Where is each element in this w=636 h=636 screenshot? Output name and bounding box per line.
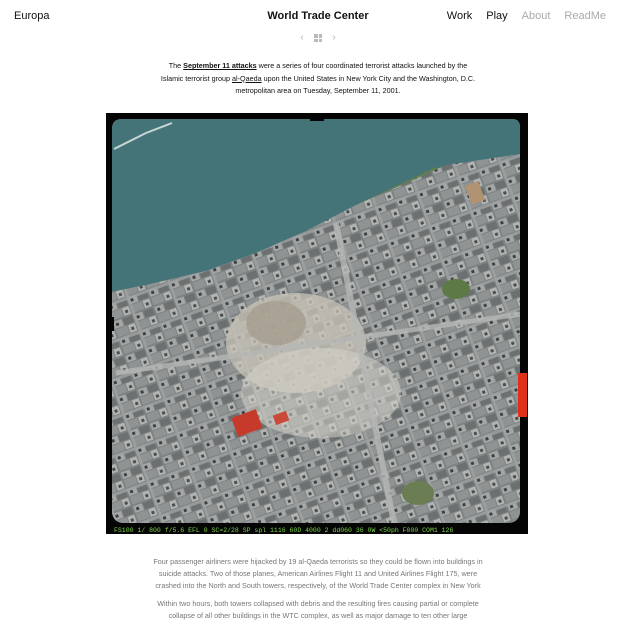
nav-item-play[interactable]: Play xyxy=(486,10,507,22)
main-nav: Work Play About ReadMe xyxy=(447,10,606,22)
grid-icon[interactable] xyxy=(314,34,322,42)
september-11-link[interactable]: September 11 attacks xyxy=(183,61,257,70)
body-paragraph-1: Four passenger airliners were hijacked b… xyxy=(153,557,483,591)
project-pager: ‹ › xyxy=(0,33,636,43)
chevron-left-icon[interactable]: ‹ xyxy=(297,33,307,43)
body-paragraph-2: Within two hours, both towers collapsed … xyxy=(157,599,479,621)
intro-end: upon the United States in New York City … xyxy=(235,73,476,96)
nav-item-work[interactable]: Work xyxy=(447,10,472,22)
intro-prefix: The xyxy=(168,61,184,70)
film-edge-text: FS100 1/ 800 f/5.6 EFL 0 SC=2/28 SP spl … xyxy=(114,527,453,534)
top-bar: Europa World Trade Center Work Play Abou… xyxy=(0,0,636,34)
intro-text: The September 11 attacks were a series o… xyxy=(160,60,476,98)
film-marker xyxy=(518,373,527,417)
chevron-right-icon[interactable]: › xyxy=(329,33,339,43)
al-qaeda-link[interactable]: al-Qaeda xyxy=(232,74,262,83)
nav-item-about[interactable]: About xyxy=(522,10,551,22)
aerial-photo-graphic: FS100 1/ 800 f/5.6 EFL 0 SC=2/28 SP spl … xyxy=(108,115,527,534)
aerial-photo: FS100 1/ 800 f/5.6 EFL 0 SC=2/28 SP spl … xyxy=(106,113,528,534)
nav-item-readme[interactable]: ReadMe xyxy=(564,10,606,22)
